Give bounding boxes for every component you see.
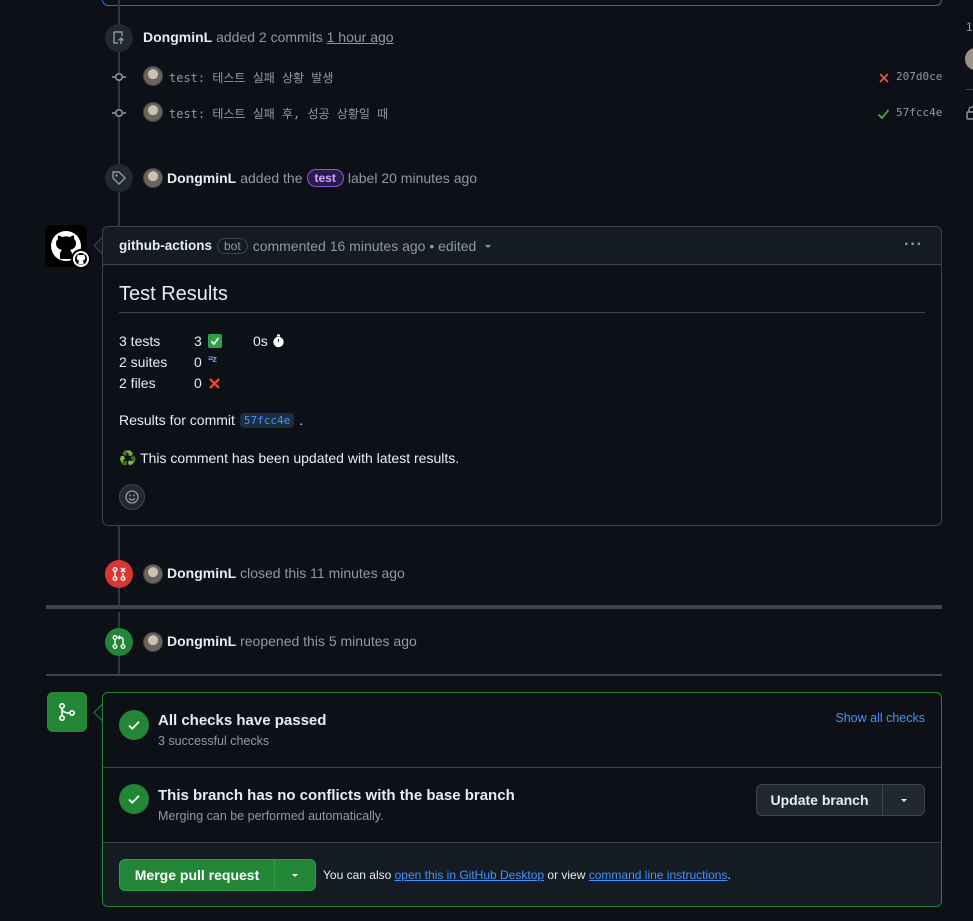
bot-badge: bot (217, 237, 248, 254)
show-all-checks-link[interactable]: Show all checks (835, 711, 925, 725)
triangle-down-icon (900, 799, 907, 802)
label-event-prefix: added the (240, 170, 303, 186)
results-line: Results for commit 57fcc4e . (119, 412, 303, 428)
commits-event-text: DongminL added 2 commits 1 hour ago (143, 29, 394, 45)
merge-pull-request-button[interactable]: Merge pull request (119, 859, 275, 891)
merge-alt-middle: or view (547, 868, 586, 882)
github-actions-avatar[interactable] (45, 225, 91, 269)
comment-meta[interactable]: commented 16 minutes ago • edited (253, 238, 477, 254)
comment-title: Test Results (119, 283, 228, 305)
commits-event-action: added 2 commits (216, 29, 323, 45)
label-event-suffix: label 20 minutes ago (347, 170, 478, 186)
white-check-mark-icon (208, 334, 222, 348)
stat-row: 2 suites 0 ᶻᶻz (119, 354, 319, 374)
merge-box: All checks have passed 3 successful chec… (102, 692, 942, 907)
github-app-badge (71, 249, 91, 269)
smiley-icon (125, 490, 139, 504)
zzz-icon: ᶻᶻz (208, 354, 217, 364)
commit-sha-link[interactable]: 57fcc4e (239, 412, 295, 428)
stat-row: 3 tests 3 0s (119, 333, 319, 353)
actor-link[interactable]: DongminL (167, 565, 236, 581)
update-branch-dropdown[interactable] (882, 784, 925, 816)
comment-header: github-actions bot commented 16 minutes … (103, 227, 941, 265)
conflicts-title: This branch has no conflicts with the ba… (158, 787, 515, 804)
commit-node-icon (112, 106, 126, 120)
add-reaction-button[interactable] (119, 484, 145, 510)
avatar[interactable] (143, 66, 163, 86)
actor-link[interactable]: DongminL (167, 633, 236, 649)
stat-duration: 0s (253, 333, 268, 349)
kebab-menu-icon[interactable]: ··· (904, 236, 923, 254)
avatar[interactable] (143, 632, 163, 652)
avatar[interactable] (143, 168, 163, 188)
actor-link[interactable]: DongminL (167, 170, 236, 186)
commits-event-time[interactable]: 1 hour ago (327, 29, 394, 45)
avatar[interactable] (143, 564, 163, 584)
reopened-event-description: reopened this 5 minutes ago (240, 633, 417, 649)
commit-sha[interactable]: 57fcc4e (896, 106, 942, 119)
chevron-down-icon[interactable] (483, 238, 493, 254)
merge-alt-suffix: . (727, 868, 731, 882)
commit-message[interactable]: test: 테스트 실패 후, 성공 상황일 때 (169, 105, 388, 122)
results-prefix: Results for commit (119, 412, 235, 428)
closed-event-text: DongminL closed this 11 minutes ago (167, 565, 405, 581)
merge-method-dropdown[interactable] (274, 859, 316, 891)
results-suffix: . (299, 412, 304, 428)
stopwatch-icon (272, 334, 285, 351)
stat-value: 0 (194, 375, 202, 391)
commit-message[interactable]: test: 테스트 실패 상황 발생 (169, 69, 333, 86)
commit-sha[interactable]: 207d0ce (896, 70, 942, 83)
label-event-text: DongminL added the test label 20 minutes… (167, 169, 477, 187)
updated-note: ♻️ This comment has been updated with la… (119, 450, 460, 466)
closed-pr-icon (105, 560, 133, 588)
merge-alt-prefix: You can also (323, 868, 392, 882)
stat-label: 2 suites (119, 354, 168, 370)
lock-icon (966, 106, 973, 123)
reopened-event-text: DongminL reopened this 5 minutes ago (167, 633, 417, 649)
checks-title: All checks have passed (158, 712, 327, 729)
previous-card-edge (102, 0, 942, 6)
avatar[interactable] (143, 102, 163, 122)
github-desktop-link[interactable]: open this in GitHub Desktop (395, 868, 544, 882)
sidebar-avatar-fragment (965, 48, 973, 70)
stat-value: 3 (194, 333, 202, 349)
closed-event-description: closed this 11 minutes ago (240, 565, 405, 581)
check-circle-icon (119, 710, 149, 740)
x-icon[interactable] (878, 71, 890, 87)
timeline-divider (46, 674, 942, 676)
actor-link[interactable]: DongminL (143, 29, 212, 45)
comment-author[interactable]: github-actions (119, 238, 212, 253)
timeline-divider (46, 605, 942, 609)
label-pill[interactable]: test (306, 169, 344, 187)
command-line-link[interactable]: command line instructions (589, 868, 728, 882)
update-branch-label: Update branch (770, 792, 869, 808)
open-pr-icon (105, 628, 133, 656)
repo-push-icon (105, 24, 133, 52)
update-branch-button[interactable]: Update branch (756, 784, 883, 816)
stat-label: 3 tests (119, 333, 161, 349)
sidebar-fragment-number: 1 (966, 20, 973, 34)
cross-mark-icon (208, 377, 221, 393)
sidebar-divider-fragment (966, 89, 973, 90)
title-divider (119, 312, 925, 313)
comment-card: github-actions bot commented 16 minutes … (102, 226, 942, 526)
check-circle-icon (119, 784, 149, 814)
stat-row: 2 files 0 (119, 375, 319, 395)
stat-value: 0 (194, 354, 202, 370)
merge-alternatives-text: You can also open this in GitHub Desktop… (323, 868, 731, 882)
checks-subtitle: 3 successful checks (158, 734, 270, 748)
section-divider (103, 767, 941, 768)
tag-icon (105, 164, 133, 192)
merge-button-label: Merge pull request (134, 867, 260, 883)
triangle-down-icon (292, 874, 298, 877)
conflicts-subtitle: Merging can be performed automatically. (158, 809, 384, 823)
check-icon[interactable] (877, 107, 890, 123)
stat-label: 2 files (119, 375, 156, 391)
commit-node-icon (112, 70, 126, 84)
merge-icon (47, 692, 87, 732)
